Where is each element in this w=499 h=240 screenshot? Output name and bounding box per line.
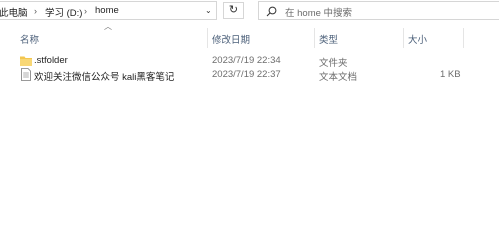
file-modified: 2023/7/19 22:37 [212, 69, 281, 80]
breadcrumb[interactable]: 此电脑 › 学习 (D:) › home ⌄ [0, 1, 217, 20]
column-size[interactable]: 大小 [408, 32, 427, 46]
sort-ascending-icon: ︿ [104, 22, 112, 31]
search-icon [266, 6, 277, 17]
file-type: 文本文档 [319, 72, 358, 83]
column-type[interactable]: 类型 [319, 32, 338, 46]
chevron-right-icon[interactable]: › [34, 6, 37, 16]
chevron-down-icon[interactable]: ⌄ [205, 6, 212, 15]
column-modified[interactable]: 修改日期 [212, 32, 250, 46]
column-name[interactable]: 名称 [20, 32, 39, 46]
search-placeholder: 在 home 中搜索 [285, 8, 353, 19]
breadcrumb-this-pc[interactable]: 此电脑 [0, 5, 28, 19]
column-divider[interactable] [314, 28, 315, 48]
file-modified: 2023/7/19 22:34 [212, 55, 281, 66]
file-name: .stfolder [34, 55, 68, 66]
text-document-icon [21, 68, 31, 81]
file-name: 欢迎关注微信公众号 kali黑客笔记 [34, 72, 175, 83]
column-divider[interactable] [403, 28, 404, 48]
breadcrumb-drive-d[interactable]: 学习 (D:) [45, 5, 82, 19]
chevron-right-icon[interactable]: › [84, 6, 87, 16]
column-header: 名称 修改日期 类型 大小 [0, 28, 499, 49]
file-size: 1 KB [440, 69, 461, 80]
address-row: 此电脑 › 学习 (D:) › home ⌄ ↻ 在 home 中搜索 [0, 0, 499, 23]
list-item[interactable]: 欢迎关注微信公众号 kali黑客笔记 2023/7/19 22:37 文本文档 … [0, 67, 499, 83]
breadcrumb-home[interactable]: home [95, 5, 119, 16]
column-divider[interactable] [463, 28, 464, 48]
column-divider[interactable] [207, 28, 208, 48]
refresh-button[interactable]: ↻ [223, 2, 244, 19]
folder-icon [20, 56, 32, 66]
search-input[interactable]: 在 home 中搜索 [258, 1, 499, 20]
